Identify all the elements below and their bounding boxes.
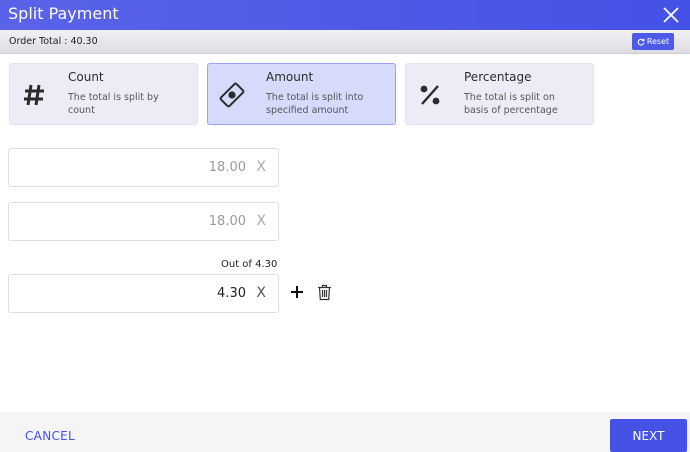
- order-total-label: Order Total : 40.30: [9, 36, 98, 47]
- remaining-amount-label: Out of 4.30: [221, 259, 278, 270]
- split-mode-title: Percentage: [464, 70, 532, 84]
- percent-icon: [420, 85, 440, 105]
- clear-amount-button[interactable]: X: [256, 213, 266, 229]
- split-mode-description: The total is split on basis of percentag…: [464, 92, 558, 116]
- hash-icon: [24, 84, 44, 106]
- window-title: Split Payment: [8, 4, 119, 23]
- split-amount-field-2[interactable]: 18.00 X: [8, 202, 279, 241]
- amount-value: 4.30: [217, 286, 246, 301]
- order-total-bar: Order Total : 40.30 Reset: [0, 30, 690, 54]
- split-mode-description: The total is split into specified amount: [266, 92, 364, 116]
- amount-value: 18.00: [208, 214, 246, 229]
- delete-split-icon[interactable]: [317, 284, 332, 301]
- footer-bar: CANCEL: [0, 412, 690, 452]
- split-mode-amount-card[interactable]: Amount The total is split into specified…: [207, 63, 396, 125]
- split-mode-percentage-card[interactable]: Percentage The total is split on basis o…: [405, 63, 594, 125]
- reset-label: Reset: [646, 37, 670, 46]
- clear-amount-button[interactable]: X: [256, 285, 266, 301]
- split-amount-field-1[interactable]: 18.00 X: [8, 148, 279, 187]
- close-icon[interactable]: [661, 5, 681, 25]
- split-mode-title: Amount: [266, 70, 314, 84]
- next-button[interactable]: NEXT: [610, 419, 687, 452]
- reset-button[interactable]: Reset: [632, 33, 674, 50]
- cancel-button[interactable]: CANCEL: [25, 429, 75, 443]
- banknote-icon: [219, 82, 245, 108]
- next-label: NEXT: [632, 428, 665, 443]
- split-mode-count-card[interactable]: Count The total is split by count: [9, 63, 198, 125]
- split-amount-field-3[interactable]: 4.30 X: [8, 274, 279, 313]
- amount-value: 18.00: [208, 160, 246, 175]
- title-bar: Split Payment: [0, 0, 690, 30]
- split-mode-description: The total is split by count: [68, 92, 159, 116]
- add-split-icon[interactable]: [290, 285, 304, 299]
- split-mode-title: Count: [68, 70, 104, 84]
- refresh-icon: [637, 38, 645, 45]
- clear-amount-button[interactable]: X: [256, 159, 266, 175]
